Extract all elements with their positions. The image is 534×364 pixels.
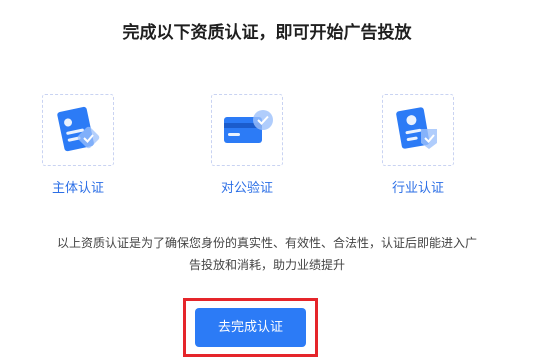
corporate-verification-label: 对公验证 bbox=[220, 181, 273, 196]
corporate-verification-card[interactable] bbox=[211, 94, 283, 166]
complete-certification-button[interactable]: 去完成认证 bbox=[195, 308, 306, 347]
certificate-icon bbox=[396, 107, 437, 149]
bank-card-icon bbox=[224, 110, 273, 143]
page-title: 完成以下资质认证，即可开始广告投放 bbox=[122, 23, 412, 43]
certification-description: 以上资质认证是为了确保您身份的真实性、有效性、合法性，认证后即能进入广 告投放和… bbox=[10, 232, 524, 276]
description-line-1: 以上资质认证是为了确保您身份的真实性、有效性、合法性，认证后即能进入广 bbox=[56, 236, 477, 250]
industry-certification-card[interactable] bbox=[382, 94, 454, 166]
industry-certification-label: 行业认证 bbox=[391, 181, 444, 196]
subject-certification-label: 主体认证 bbox=[51, 181, 104, 196]
subject-certification-card[interactable] bbox=[42, 94, 114, 166]
id-card-icon bbox=[57, 106, 100, 152]
description-line-2: 告投放和消耗，助力业绩提升 bbox=[188, 258, 345, 272]
